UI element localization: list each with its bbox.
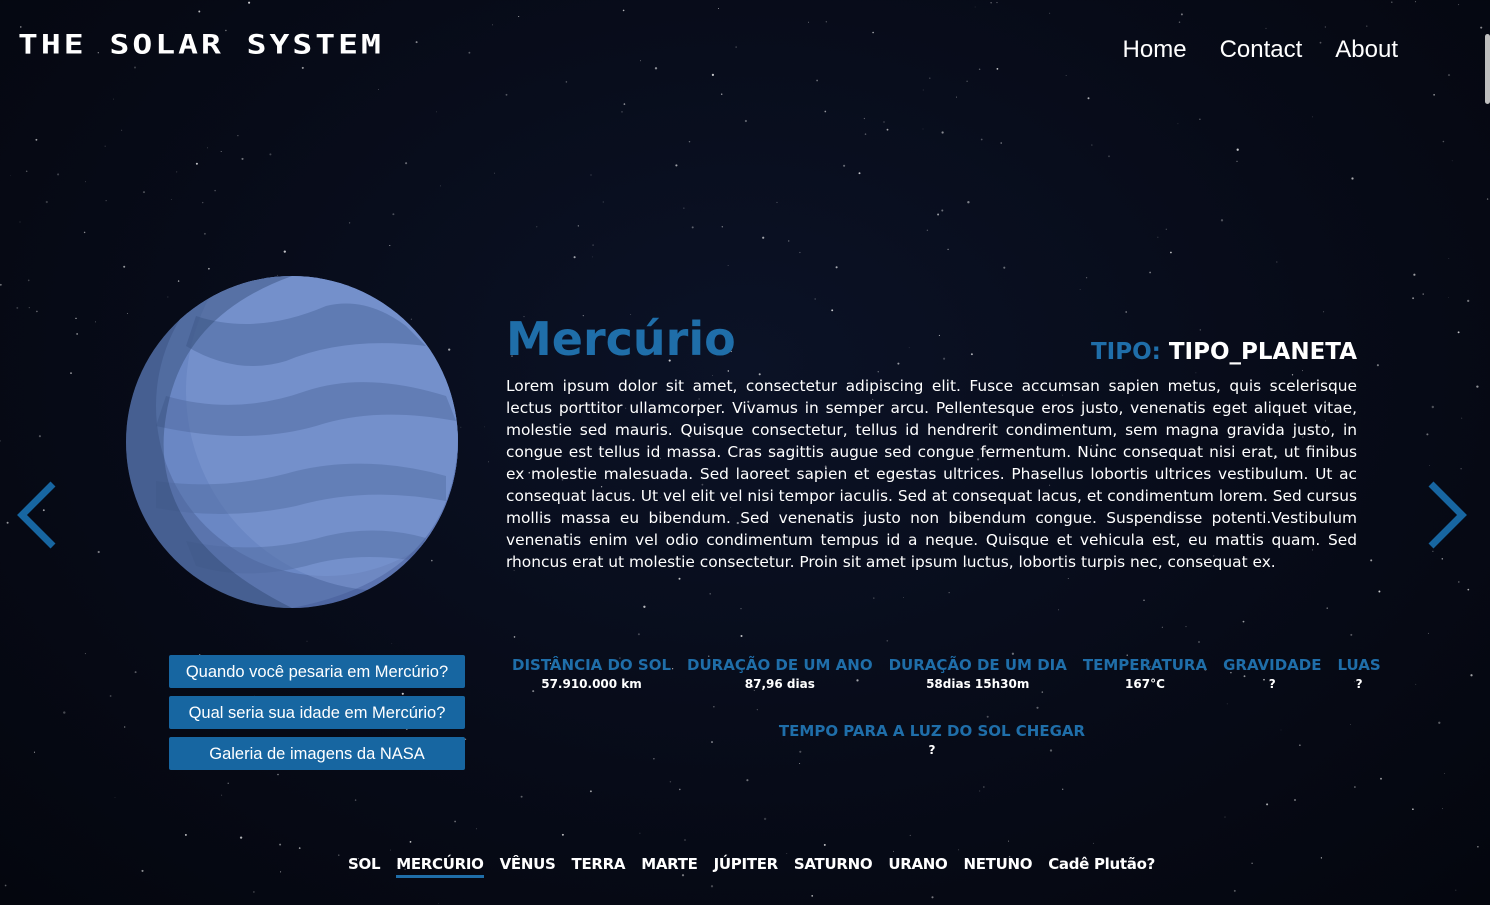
- stat-value: 57.910.000 km: [541, 677, 642, 691]
- age-calculator-button[interactable]: Qual seria sua idade em Mercúrio?: [169, 696, 465, 729]
- planet-title: Mercúrio: [506, 312, 736, 366]
- stat-label: DISTÂNCIA DO SOL: [512, 656, 672, 674]
- scrollbar[interactable]: [1485, 34, 1490, 104]
- nav-contact-link[interactable]: Contact: [1220, 36, 1303, 64]
- stat-moons: LUAS ?: [1337, 656, 1380, 691]
- nav-home-link[interactable]: Home: [1123, 36, 1187, 64]
- planet-nav-plutao[interactable]: Cadê Plutão?: [1048, 855, 1155, 878]
- planet-type-label: TIPO:: [1090, 339, 1161, 365]
- stat-value: ?: [928, 743, 936, 757]
- stat-value: 87,96 dias: [744, 677, 815, 691]
- planet-nav-mercurio[interactable]: MERCÚRIO: [396, 855, 484, 878]
- planet-type-value: TIPO_PLANETA: [1168, 339, 1357, 365]
- stat-light-time: TEMPO PARA A LUZ DO SOL CHEGAR ?: [690, 722, 1174, 757]
- planet-nav-jupiter[interactable]: JÚPITER: [714, 855, 779, 878]
- chevron-right-icon[interactable]: [1428, 480, 1468, 550]
- stat-value: 58dias 15h30m: [926, 677, 1030, 691]
- planet-type: TIPO: TIPO_PLANETA: [1091, 339, 1357, 365]
- stat-year: DURAÇÃO DE UM ANO 87,96 dias: [687, 656, 873, 691]
- planet-nav: SOL MERCÚRIO VÊNUS TERRA MARTE JÚPITER S…: [0, 855, 1490, 878]
- stat-label: DURAÇÃO DE UM DIA: [888, 656, 1067, 674]
- planet-nav-sol[interactable]: SOL: [348, 855, 381, 878]
- planet-nav-saturno[interactable]: SATURNO: [794, 855, 873, 878]
- top-nav: Home Contact About: [1123, 36, 1398, 64]
- planet-description: Lorem ipsum dolor sit amet, consectetur …: [506, 377, 1357, 571]
- weight-calculator-button[interactable]: Quando você pesaria em Mercúrio?: [169, 655, 465, 688]
- planet-stats: DISTÂNCIA DO SOL 57.910.000 km DURAÇÃO D…: [512, 656, 1381, 691]
- planet-nav-marte[interactable]: MARTE: [641, 855, 698, 878]
- chevron-left-icon[interactable]: [16, 480, 56, 550]
- stat-distance: DISTÂNCIA DO SOL 57.910.000 km: [512, 656, 671, 691]
- site-logo: THE SOLAR SYSTEM: [18, 28, 384, 60]
- stat-value: ?: [1268, 677, 1276, 691]
- stat-label: LUAS: [1337, 656, 1381, 674]
- stat-temperature: TEMPERATURA 167°C: [1083, 656, 1207, 691]
- stat-label: TEMPERATURA: [1082, 656, 1208, 674]
- planet-nav-urano[interactable]: URANO: [888, 855, 947, 878]
- stat-label: DURAÇÃO DE UM ANO: [687, 656, 873, 674]
- stat-day: DURAÇÃO DE UM DIA 58dias 15h30m: [889, 656, 1067, 691]
- action-buttons: Quando você pesaria em Mercúrio? Qual se…: [169, 655, 465, 778]
- planet-nav-netuno[interactable]: NETUNO: [963, 855, 1032, 878]
- planet-illustration: [126, 276, 458, 608]
- stat-label: TEMPO PARA A LUZ DO SOL CHEGAR: [778, 722, 1086, 740]
- planet-nav-venus[interactable]: VÊNUS: [500, 855, 556, 878]
- planet-nav-terra[interactable]: TERRA: [572, 855, 626, 878]
- stat-gravity: GRAVIDADE ?: [1223, 656, 1321, 691]
- stat-value: 167°C: [1125, 677, 1165, 691]
- nav-about-link[interactable]: About: [1335, 36, 1398, 64]
- stat-value: ?: [1355, 677, 1363, 691]
- stat-label: GRAVIDADE: [1223, 656, 1322, 674]
- nasa-gallery-button[interactable]: Galeria de imagens da NASA: [169, 737, 465, 770]
